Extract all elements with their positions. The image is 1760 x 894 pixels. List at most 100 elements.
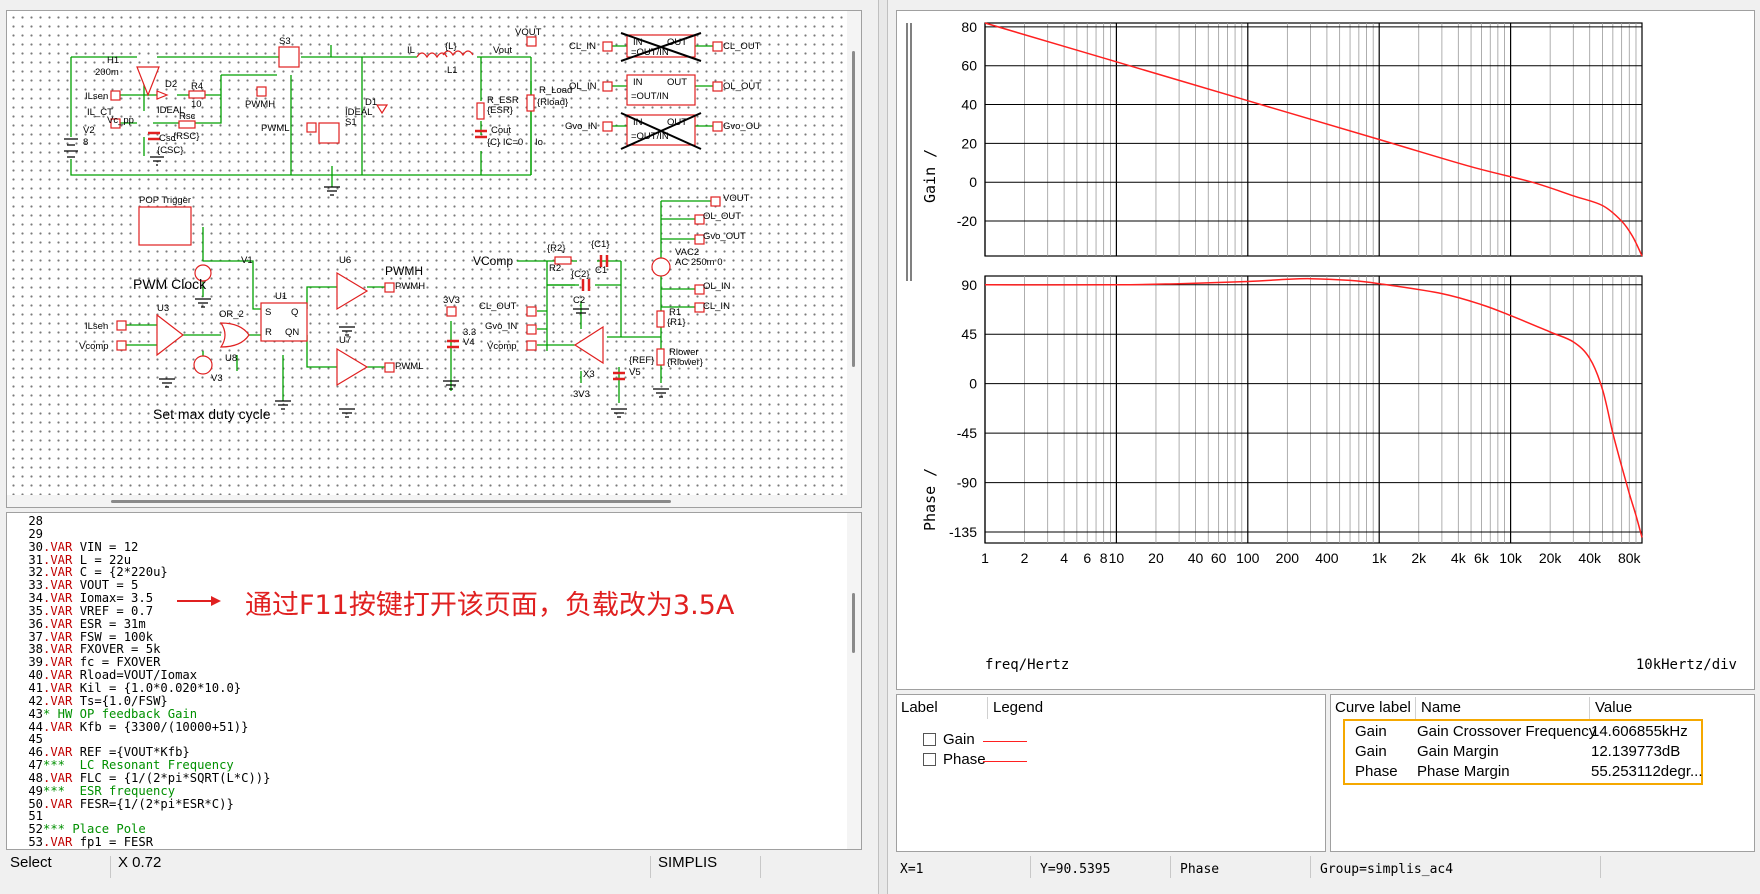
netlist-editor[interactable]: 28 29 30.VAR VIN = 12 31.VAR L = 22u 32.VA…	[6, 512, 862, 850]
label-r-esr-val: {ESR}	[487, 105, 513, 116]
meas-name: Gain Crossover Frequency	[1417, 723, 1597, 740]
x-tick-label: 4	[1060, 550, 1068, 566]
label-l-val: {L}	[445, 41, 457, 52]
label-cl-in-2: CL_IN	[703, 301, 730, 312]
x-tick-label: 6k	[1474, 550, 1490, 566]
label-u6: U6	[339, 255, 351, 266]
label-ref-val: {REF}	[629, 355, 654, 366]
waveform-viewer[interactable]: Gain / Phase / 80 60 40 20 0 -20 90 45 0 -45 -90-…	[896, 10, 1755, 690]
label-blk2-out: OUT	[667, 77, 687, 88]
label-vout-top: VOUT	[515, 27, 542, 38]
schematic-drawing[interactable]: VOUT IL {L} L1 Vout H1 200m D2 IDEAL R4 …	[7, 11, 862, 508]
x-tick-label: 10	[1109, 550, 1125, 566]
status-y: Y=90.5395	[1040, 862, 1111, 877]
line-number: 28	[28, 514, 43, 528]
editor-vscroll-thumb[interactable]	[852, 593, 855, 653]
label-vcomp-1: Vcomp	[79, 341, 109, 352]
legend-swatch	[983, 741, 1027, 742]
phase-curve[interactable]	[984, 277, 1643, 538]
label-u1: U1	[275, 291, 287, 302]
legend-checkbox-phase[interactable]	[923, 753, 936, 766]
label-cout-val: {C} IC=0	[487, 137, 523, 148]
label-r1-val: {R1}	[667, 317, 686, 328]
gain-grid	[984, 22, 1643, 257]
legend-checkbox-gain[interactable]	[923, 733, 936, 746]
x-tick-label: 100	[1236, 550, 1260, 566]
label-vcomp-3: Vcomp	[487, 341, 517, 352]
x-tick-label: 8	[1100, 550, 1108, 566]
status-app: SIMPLIS	[658, 854, 718, 871]
line-number: 30	[28, 539, 43, 554]
label-h1: H1	[107, 55, 119, 66]
label-pin-q: Q	[291, 307, 298, 318]
code-line[interactable]: 50.VAR FESR={1/(2*pi*ESR*C)}	[7, 797, 839, 811]
label-d2: D2	[165, 79, 177, 90]
label-pin-r: R	[265, 327, 272, 338]
phase-axis-label: Phase /	[921, 468, 939, 531]
label-v2-val: 8	[83, 137, 88, 148]
legend-label: Phase	[943, 751, 986, 768]
label-cl-out-2: CL_OUT	[479, 301, 517, 312]
label-ilsen-1: ILsen	[85, 91, 108, 102]
label-max-duty: Set max duty cycle	[153, 406, 271, 422]
label-r2: R2	[549, 263, 561, 274]
gain-tick-label: 20	[961, 135, 977, 151]
label-pin-qn: QN	[285, 327, 299, 338]
label-gvo-in-2: Gvo_IN	[485, 321, 517, 332]
label-vout-2: VOUT	[723, 193, 750, 204]
x-tick-label: 20k	[1539, 550, 1563, 566]
x-div-label: 10kHertz/div	[1636, 657, 1737, 673]
label-u8: U8	[225, 353, 237, 364]
code-line[interactable]: 30.VAR VIN = 12	[7, 539, 839, 554]
status-coord: X 0.72	[118, 854, 162, 871]
gain-ticks: 80 60 40 20 0 -20	[957, 19, 977, 229]
label-c1-val: {C1}	[591, 239, 610, 250]
label-x3: X3	[583, 369, 595, 380]
schematic-hscroll[interactable]	[7, 495, 847, 507]
label-or2: OR_2	[219, 309, 244, 320]
legend-panel: Label Legend Gain Phase	[896, 694, 1326, 852]
label-vc-pp: Vc_pp	[107, 115, 134, 126]
meas-name: Gain Margin	[1417, 743, 1499, 760]
schematic-vscroll-thumb[interactable]	[852, 51, 855, 367]
gain-tick-label: 60	[961, 58, 977, 74]
label-cl-out: CL_OUT	[723, 41, 761, 52]
x-tick-label: 10k	[1499, 550, 1523, 566]
line-number: 42	[28, 693, 43, 708]
editor-vscroll[interactable]	[847, 513, 861, 849]
code-line[interactable]: 44.VAR Kfb = {3300/(10000+51)}	[7, 720, 839, 734]
schematic-canvas[interactable]: VOUT IL {L} L1 Vout H1 200m D2 IDEAL R4 …	[6, 10, 862, 508]
code-lines[interactable]: 28 29 30.VAR VIN = 12 31.VAR L = 22u 32.VA…	[7, 515, 839, 849]
phase-tick-label: -90	[957, 475, 977, 491]
gain-tick-label: 0	[969, 174, 977, 190]
gain-axis-label: Gain /	[921, 149, 939, 203]
label-pop: POP Trigger	[139, 195, 191, 206]
code-line[interactable]: 28	[7, 515, 839, 528]
code-line[interactable]: 53.VAR fp1 = FESR	[7, 836, 839, 849]
gain-tick-label: -20	[957, 213, 977, 229]
label-vcomp-2: VComp	[473, 254, 513, 268]
label-u3: U3	[157, 303, 169, 314]
meas-curve: Gain	[1355, 743, 1387, 760]
label-gvo-out: Gvo_OU	[723, 121, 760, 132]
label-blk1-out: OUT	[667, 37, 687, 48]
splitter[interactable]	[878, 0, 888, 894]
label-l1: L1	[447, 65, 458, 76]
label-s1: S1	[345, 117, 357, 128]
x-tick-label: 2	[1021, 550, 1029, 566]
x-tick-label: 4k	[1451, 550, 1467, 566]
label-v5: V5	[629, 367, 641, 378]
bode-plot[interactable]: Gain / Phase / 806040200-20 90450-45-90-…	[897, 11, 1754, 689]
label-vout-probe: Vout	[493, 45, 512, 56]
line-number: 53	[28, 835, 43, 850]
label-c1: C1	[595, 265, 607, 276]
label-il: IL	[407, 45, 415, 56]
x-tick-label: 1	[981, 550, 989, 566]
line-number: 41	[28, 680, 43, 695]
status-curve: Phase	[1180, 862, 1220, 877]
label-gvo-in: Gvo_IN	[565, 121, 597, 132]
schematic-hscroll-thumb[interactable]	[111, 500, 671, 503]
label-v4: V4	[463, 337, 475, 348]
schematic-vscroll[interactable]	[847, 11, 861, 507]
line-number: 35	[28, 603, 43, 618]
